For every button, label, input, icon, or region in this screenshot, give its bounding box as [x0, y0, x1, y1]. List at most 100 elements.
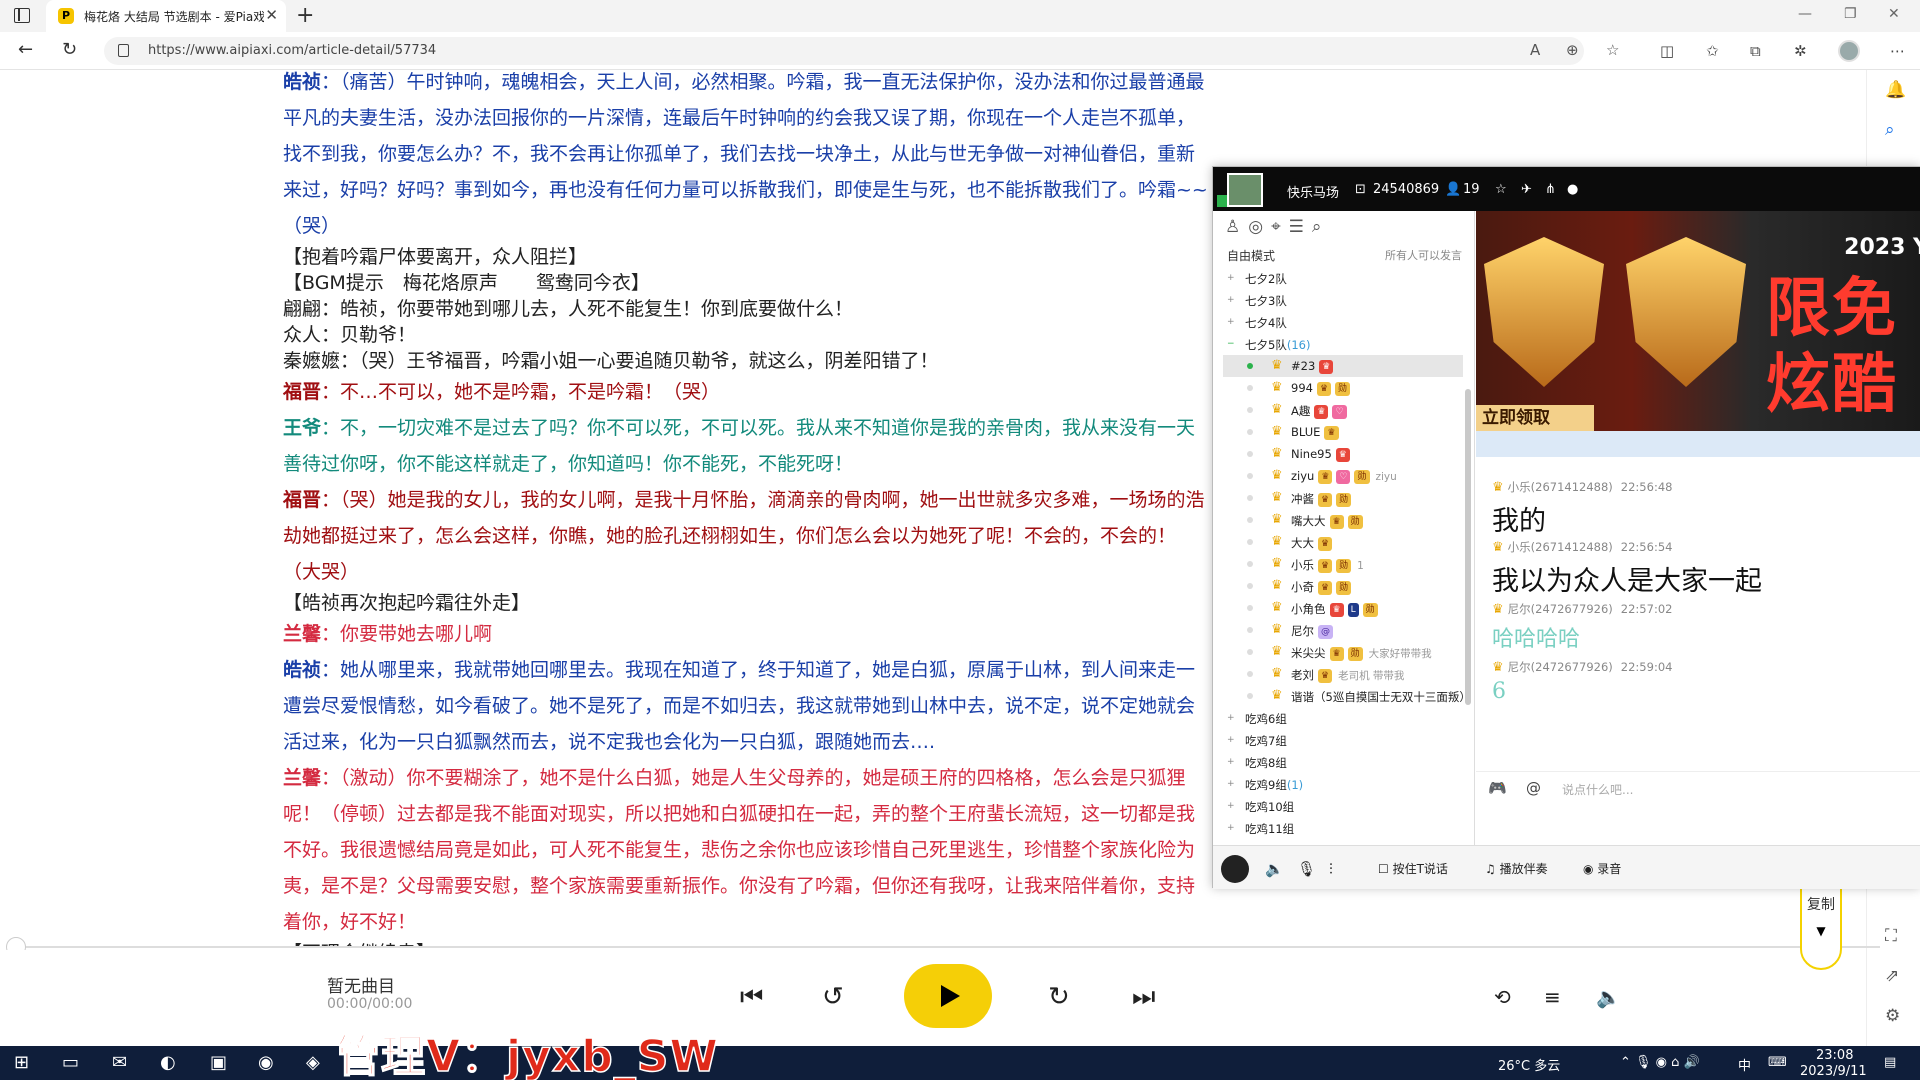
speech-mode[interactable]: 自由模式 [1227, 247, 1275, 264]
profile-avatar[interactable] [1838, 40, 1860, 62]
member-row[interactable]: ♛ 谐谐（5巡自摸国士无双十三面叛） [1223, 685, 1471, 707]
ime-indicator[interactable]: 中 [1738, 1055, 1751, 1074]
repeat-icon[interactable]: ⟲ [1494, 982, 1511, 1012]
plane-icon[interactable]: ✈ [1521, 182, 1532, 197]
member-row[interactable]: ♛ 尼尔 @ [1223, 619, 1463, 641]
favorite-star-icon[interactable]: ☆ [1606, 41, 1619, 59]
equalizer-icon[interactable]: ⫶ [1329, 860, 1333, 878]
close-tab-icon[interactable]: ✕ [265, 6, 278, 24]
refresh-icon[interactable]: ↻ [62, 40, 77, 60]
member-row[interactable]: ♛ BLUE ♛ [1223, 421, 1463, 443]
new-tab-button[interactable]: + [296, 3, 314, 28]
gamepad-icon[interactable]: 🎮 [1488, 779, 1507, 797]
progress-track[interactable] [6, 937, 1880, 957]
mic-icon[interactable]: 🎙 [1297, 860, 1316, 878]
read-aloud-icon[interactable]: A [1530, 41, 1540, 59]
member-row[interactable]: ♛ 994 ♛ 勋 [1223, 377, 1463, 399]
list-icon[interactable]: ☰ [1289, 217, 1312, 237]
member-row[interactable]: ♛ Nine95 ♛ [1223, 443, 1463, 465]
member-row[interactable]: ♛ 小角色 ♛ L 勋 [1223, 597, 1463, 619]
promo-banner[interactable]: 2023 Y 限免炫酷 立即领取 [1476, 211, 1920, 431]
subchannel[interactable]: + 七夕4队 [1223, 311, 1463, 333]
active-tab[interactable]: P 梅花烙 大结局 节选剧本 - 爱Pia戏 ✕ [46, 0, 286, 32]
member-row[interactable]: ♛ 老刘 ♛ 老司机 带带我 [1223, 663, 1463, 685]
member-row[interactable]: ♛ ziyu ♛ ♡ 勋 ziyu [1223, 465, 1463, 487]
settings-gear-icon[interactable]: ⚙ [1885, 1006, 1900, 1026]
back-icon[interactable]: ← [18, 40, 33, 60]
split-screen-icon[interactable]: ◫ [1660, 42, 1674, 60]
extension-icon[interactable]: ✲ [1794, 42, 1807, 60]
clock-date[interactable]: 2023/9/11 [1800, 1064, 1867, 1079]
chat-input[interactable]: 🎮 @ 说点什么吧... [1476, 771, 1920, 803]
subchannel[interactable]: + 吃鸡7组 [1223, 729, 1463, 751]
volume-icon[interactable]: 🔈 [1596, 982, 1621, 1012]
close-window-icon[interactable]: ✕ [1888, 6, 1900, 22]
play-button[interactable] [904, 964, 992, 1028]
claim-button[interactable]: 立即领取 [1476, 405, 1594, 431]
weather-text[interactable]: 26°C 多云 [1498, 1055, 1560, 1074]
subchannel[interactable]: + 吃鸡8组 [1223, 751, 1463, 773]
mail-icon[interactable]: ✉ [112, 1052, 127, 1073]
restore-icon[interactable]: ❐ [1844, 6, 1857, 22]
tab-actions-icon[interactable] [14, 8, 30, 23]
subchannel-open[interactable]: − 七夕5队(16) [1223, 333, 1463, 355]
edge-icon[interactable]: ◐ [160, 1052, 176, 1073]
next-track-icon[interactable]: ⏭ [1132, 982, 1155, 1012]
keyboard-icon[interactable]: ⌨ [1768, 1055, 1787, 1070]
member-row[interactable]: ♛ 冲酱 ♛ 勋 [1223, 487, 1463, 509]
member-row[interactable]: ♛ 米尖尖 ♛ 勋大家好带带我 [1223, 641, 1463, 663]
tray-icons[interactable]: ⌃ 🎙 ◉ ⌂ 🔊 [1620, 1055, 1700, 1070]
screenshot-icon[interactable]: ⛶ [1885, 926, 1897, 946]
bell-icon[interactable]: 🔔 [1885, 80, 1906, 100]
member-row[interactable]: ♛ #23 ♛ [1223, 355, 1463, 377]
accompany-button[interactable]: ♫ 播放伴奏 [1485, 860, 1548, 877]
favorite-icon[interactable]: ☆ [1495, 182, 1507, 197]
tree-scrollbar[interactable] [1465, 389, 1471, 705]
subchannel[interactable]: + 七夕2队 [1223, 267, 1463, 289]
search-icon[interactable]: ⌕ [1885, 120, 1895, 140]
minimize-icon[interactable]: — [1798, 6, 1812, 22]
record-button[interactable]: ◉ 录音 [1583, 860, 1621, 877]
subchannel[interactable]: + 吃鸡11组 [1223, 817, 1463, 839]
favorites-icon[interactable]: ✩ [1706, 42, 1719, 60]
rewind-15-icon[interactable]: ↺ [822, 982, 844, 1012]
medal-icon [1484, 237, 1604, 387]
location-icon[interactable]: ⌖ [1271, 217, 1289, 237]
collections-icon[interactable]: ⧉ [1750, 42, 1761, 60]
member-badge-icon: @ [1318, 625, 1333, 639]
search-icon[interactable]: ⌕ [1312, 217, 1330, 237]
member-row[interactable]: ♛ 小乐 ♛ 勋 1 [1223, 553, 1463, 575]
member-row[interactable]: ♛ A趣 ♛ ♡ [1223, 399, 1463, 421]
my-avatar[interactable] [1221, 855, 1249, 883]
folder-icon[interactable]: ▣ [210, 1052, 227, 1073]
text-style-icon[interactable]: @ [1526, 779, 1541, 797]
speaker-icon[interactable]: 🔈 [1265, 860, 1284, 878]
headset-icon[interactable]: ◎ [1248, 217, 1271, 237]
vip-crown-icon: ♛ [1492, 602, 1504, 617]
clock-time[interactable]: 23:08 [1816, 1048, 1853, 1063]
ptt-toggle[interactable]: ☐ 按住T说话 [1378, 860, 1448, 877]
info-icon[interactable]: ● [1567, 182, 1578, 197]
chrome-icon[interactable]: ◉ [258, 1052, 274, 1073]
member-row[interactable]: ♛ 大大 ♛ [1223, 531, 1463, 553]
member-row[interactable]: ♛ 小奇 ♛ 勋 [1223, 575, 1463, 597]
more-menu-icon[interactable]: ⋯ [1890, 42, 1905, 60]
subchannel[interactable]: + 吃鸡10组 [1223, 795, 1463, 817]
subchannel[interactable]: + 吃鸡9组(1) [1223, 773, 1463, 795]
copy-button[interactable]: 复制 ▼ [1800, 886, 1842, 970]
url-field[interactable]: https://www.aipiaxi.com/article-detail/5… [104, 37, 1619, 65]
zoom-icon[interactable]: ⊕ [1566, 41, 1579, 59]
share-icon[interactable]: ⋔ [1545, 182, 1556, 197]
playlist-icon[interactable]: ≡ [1544, 982, 1561, 1012]
notification-icon[interactable]: ▤ [1884, 1055, 1896, 1070]
task-view-icon[interactable]: ▭ [62, 1052, 79, 1073]
people-icon[interactable]: ♙ [1225, 217, 1248, 237]
subchannel[interactable]: + 吃鸡6组 [1223, 707, 1463, 729]
yy-icon[interactable]: ◈ [306, 1052, 320, 1073]
forward-15-icon[interactable]: ↻ [1048, 982, 1070, 1012]
start-icon[interactable]: ⊞ [14, 1052, 29, 1073]
member-row[interactable]: ♛ 嘴大大 ♛ 勋 [1223, 509, 1463, 531]
open-external-icon[interactable]: ⇗ [1885, 966, 1899, 986]
previous-track-icon[interactable]: ⏮ [740, 982, 763, 1012]
subchannel[interactable]: + 七夕3队 [1223, 289, 1463, 311]
